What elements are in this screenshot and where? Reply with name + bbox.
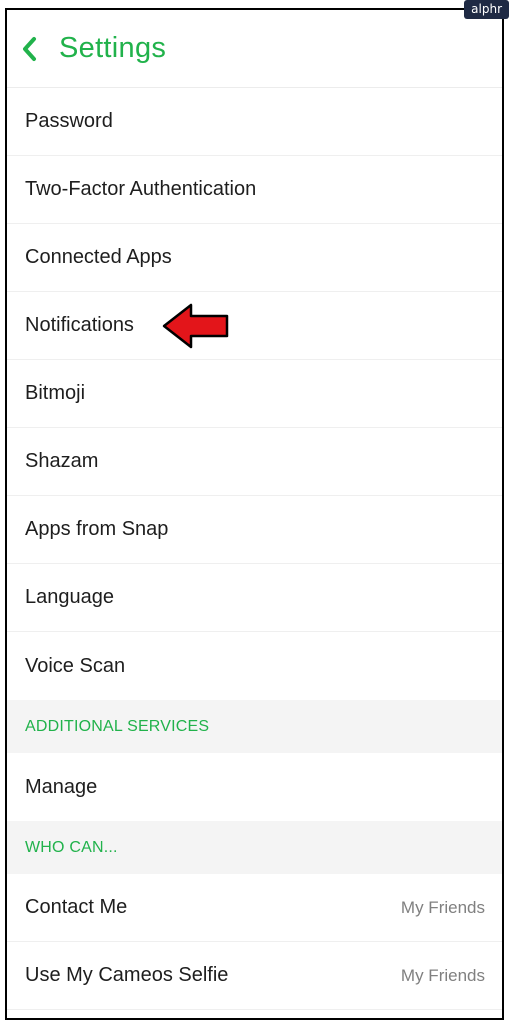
page-title: Settings: [59, 32, 167, 64]
who-can-label: WHO CAN...: [25, 838, 118, 856]
notifications-label: Notifications: [25, 314, 134, 336]
chevron-left-icon[interactable]: [21, 35, 43, 63]
shazam-label: Shazam: [25, 450, 99, 472]
connected-apps-row[interactable]: Connected Apps: [7, 224, 502, 292]
use-my-cameos-selfie-row[interactable]: Use My Cameos Selfie My Friends: [7, 942, 502, 1010]
red-arrow-icon: [162, 303, 229, 348]
settings-header: Settings: [7, 10, 502, 88]
connected-apps-label: Connected Apps: [25, 246, 172, 268]
voice-scan-row[interactable]: Voice Scan: [7, 632, 502, 700]
contact-me-label: Contact Me: [25, 896, 128, 918]
manage-label: Manage: [25, 775, 98, 798]
additional-services-header: ADDITIONAL SERVICES: [7, 700, 502, 753]
shazam-row[interactable]: Shazam: [7, 428, 502, 496]
manage-row[interactable]: Manage: [7, 753, 502, 821]
voice-scan-label: Voice Scan: [25, 654, 126, 677]
use-my-cameos-selfie-label: Use My Cameos Selfie: [25, 964, 229, 986]
contact-me-row[interactable]: Contact Me My Friends: [7, 874, 502, 942]
apps-from-snap-row[interactable]: Apps from Snap: [7, 496, 502, 564]
who-can-header: WHO CAN...: [7, 821, 502, 874]
notifications-row[interactable]: Notifications: [7, 292, 502, 360]
additional-services-label: ADDITIONAL SERVICES: [25, 717, 210, 735]
language-row[interactable]: Language: [7, 564, 502, 632]
language-label: Language: [25, 586, 114, 608]
use-my-cameos-selfie-value: My Friends: [400, 965, 485, 985]
contact-me-value: My Friends: [400, 897, 485, 917]
apps-from-snap-label: Apps from Snap: [25, 518, 169, 540]
bitmoji-row[interactable]: Bitmoji: [7, 360, 502, 428]
settings-screen: Settings Password Two-Factor Authenticat…: [5, 8, 504, 1020]
bitmoji-label: Bitmoji: [25, 382, 86, 404]
alphr-watermark: alphr: [464, 0, 509, 19]
password-row[interactable]: Password: [7, 88, 502, 156]
password-label: Password: [25, 110, 113, 132]
two-factor-authentication-label: Two-Factor Authentication: [25, 178, 257, 200]
two-factor-authentication-row[interactable]: Two-Factor Authentication: [7, 156, 502, 224]
